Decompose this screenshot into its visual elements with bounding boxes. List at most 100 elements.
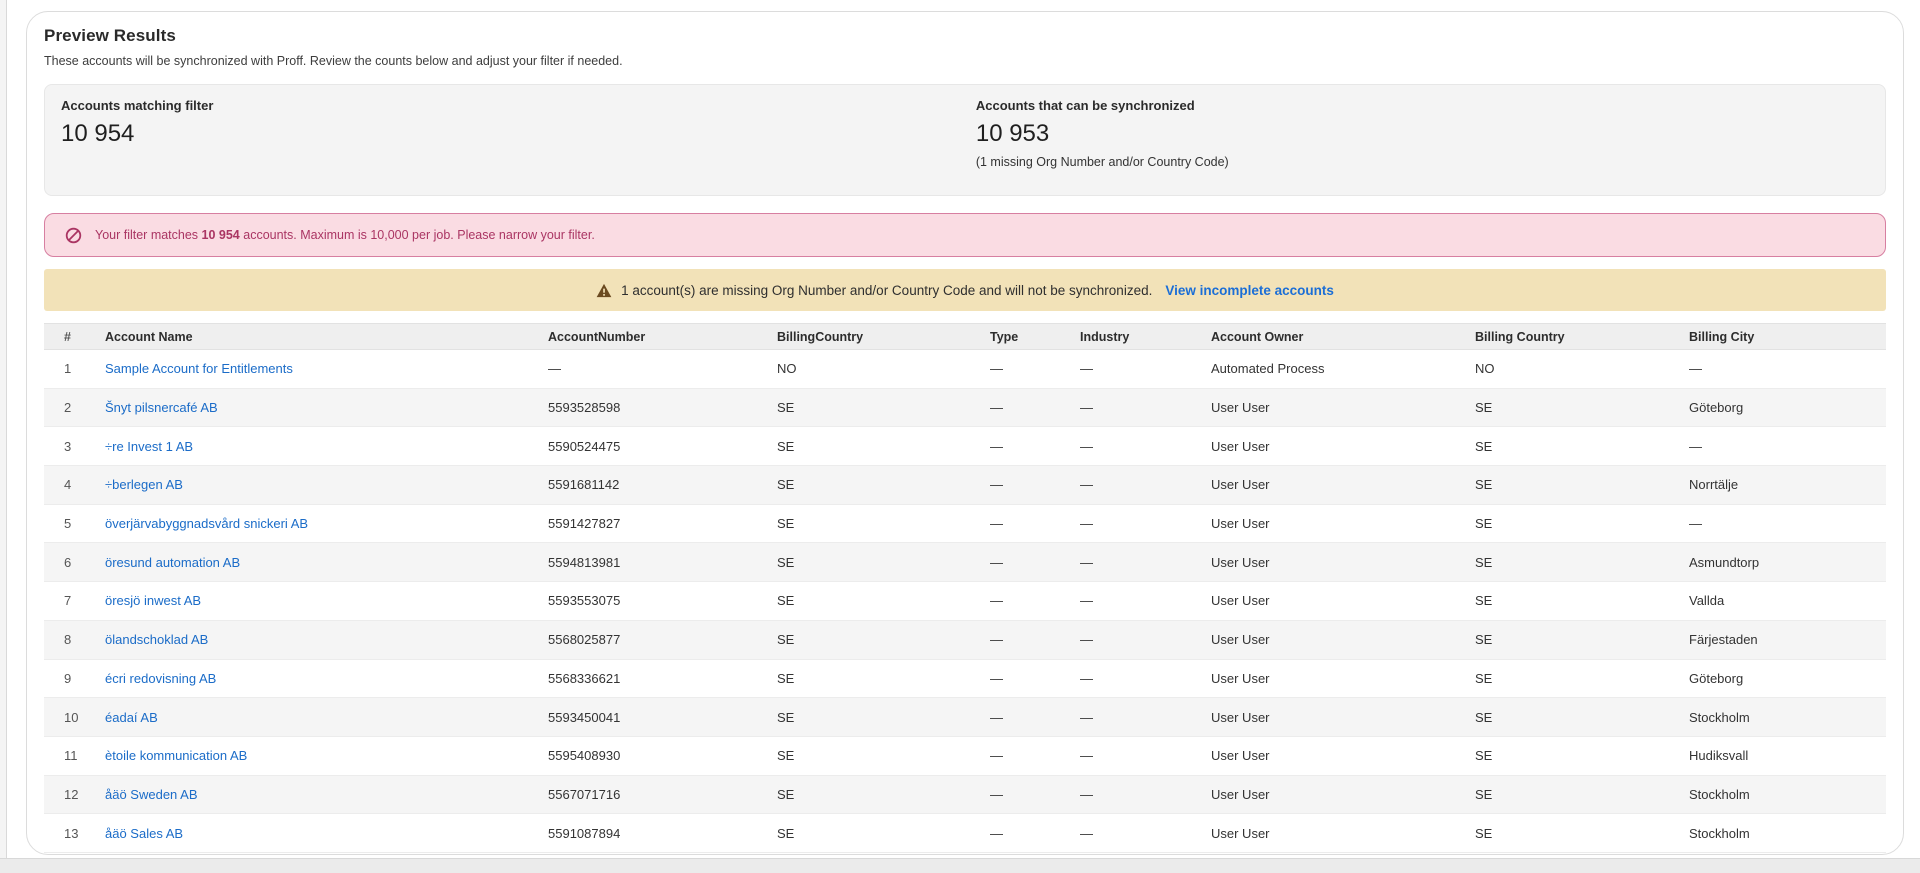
billing-city-cell: Stockholm [1689,825,1750,841]
billing-country-cell: SE [1475,825,1493,841]
table-row: 9 écri redovisning AB 5568336621 SE — — … [44,659,1886,698]
account-number-cell: 5567071716 [548,786,621,802]
industry-cell: — [1080,632,1093,648]
billing-city-cell: — [1689,361,1702,377]
account-name-cell: Šnyt pilsnercafé AB [97,388,540,427]
account-number-cell: 5593450041 [548,709,621,725]
error-message-count: 10 954 [201,228,240,242]
page-edge-strip [0,0,7,873]
industry-cell: — [1080,438,1093,454]
type-cell: — [990,670,1003,686]
type-cell: — [990,709,1003,725]
view-incomplete-accounts-link[interactable]: View incomplete accounts [1165,283,1334,298]
billingcountry-cell: SE [777,748,795,764]
billing-city-cell: Stockholm [1689,709,1750,725]
billingcountry-cell: SE [777,632,795,648]
type-cell: — [990,361,1003,377]
industry-cell: — [1080,477,1093,493]
billing-country-cell: SE [1475,477,1493,493]
account-owner-cell: User User [1211,554,1270,570]
error-message: Your filter matches 10 954 accounts. Max… [95,228,595,242]
billingcountry-cell: SE [777,554,795,570]
stats-panel: Accounts matching filter 10 954 Accounts… [44,84,1886,196]
billing-country-cell: SE [1475,593,1493,609]
type-cell: — [990,748,1003,764]
type-cell: — [990,400,1003,416]
account-name-cell: ètoile kommunication AB [97,736,540,775]
row-index-cell: 13 [64,825,79,841]
billingcountry-cell: SE [777,709,795,725]
row-index-cell: 6 [64,554,72,570]
industry-cell: — [1080,593,1093,609]
table-row: 8 ölandschoklad AB 5568025877 SE — — Use… [44,620,1886,659]
type-cell: — [990,786,1003,802]
type-cell: — [990,554,1003,570]
billing-city-cell: — [1689,516,1702,532]
type-cell: — [990,477,1003,493]
industry-cell: — [1080,361,1093,377]
column-header-billing-city: Billing City [1681,323,1886,350]
billing-country-cell: NO [1475,361,1495,377]
account-name-link[interactable]: éadaí AB [105,710,158,725]
billing-country-cell: SE [1475,400,1493,416]
account-name-cell: écri redovisning AB [97,659,540,698]
account-name-link[interactable]: ètoile kommunication AB [105,748,247,763]
type-cell: — [990,632,1003,648]
billingcountry-cell: SE [777,593,795,609]
bottom-background-strip [0,858,1920,873]
account-name-link[interactable]: åäö Sweden AB [105,787,198,802]
page-title: Preview Results [44,26,176,45]
account-name-link[interactable]: överjärvabyggnadsvård snickeri AB [105,516,308,531]
billing-city-cell: Hudiksvall [1689,748,1749,764]
account-number-cell: 5591427827 [548,516,621,532]
account-name-link[interactable]: écri redovisning AB [105,671,216,686]
table-row: 5 överjärvabyggnadsvård snickeri AB 5591… [44,504,1886,543]
column-header-account-number: AccountNumber [540,323,769,350]
billing-country-cell: SE [1475,709,1493,725]
account-name-link[interactable]: åäö Sales AB [105,826,183,841]
type-cell: — [990,593,1003,609]
account-owner-cell: User User [1211,593,1270,609]
row-index-cell: 9 [64,670,72,686]
error-message-suffix: accounts. Maximum is 10,000 per job. Ple… [239,228,595,242]
billingcountry-cell: SE [777,670,795,686]
filter-limit-error-banner: Your filter matches 10 954 accounts. Max… [44,213,1886,257]
account-owner-cell: User User [1211,709,1270,725]
account-name-link[interactable]: ölandschoklad AB [105,632,208,647]
column-header-type: Type [982,323,1072,350]
row-index-cell: 4 [64,477,72,493]
billing-city-cell: Göteborg [1689,400,1744,416]
account-owner-cell: User User [1211,825,1270,841]
billingcountry-cell: SE [777,786,795,802]
billing-country-cell: SE [1475,632,1493,648]
billingcountry-cell: SE [777,400,795,416]
account-name-link[interactable]: Sample Account for Entitlements [105,361,293,376]
account-number-cell: 5593553075 [548,593,621,609]
account-name-link[interactable]: öresund automation AB [105,555,240,570]
account-name-link[interactable]: ÷re Invest 1 AB [105,439,193,454]
billing-country-cell: SE [1475,786,1493,802]
account-number-cell: 5591681142 [548,477,620,493]
table-row: 12 åäö Sweden AB 5567071716 SE — — User … [44,775,1886,814]
billing-city-cell: Norrtälje [1689,477,1739,493]
industry-cell: — [1080,670,1093,686]
row-index-cell: 11 [64,748,78,764]
billing-city-cell: — [1689,438,1702,454]
account-number-cell: 5568336621 [548,670,621,686]
table-header-row: # Account Name AccountNumber BillingCoun… [44,323,1886,350]
industry-cell: — [1080,748,1093,764]
incomplete-accounts-warning-banner: 1 account(s) are missing Org Number and/… [44,269,1886,311]
billingcountry-cell: NO [777,361,797,377]
table-row: 13 åäö Sales AB 5591087894 SE — — User U… [44,813,1886,853]
column-header-billingcountry: BillingCountry [769,323,982,350]
account-owner-cell: User User [1211,632,1270,648]
table-row: 4 ÷berlegen AB 5591681142 SE — — User Us… [44,465,1886,505]
account-number-cell: 5568025877 [548,632,621,648]
industry-cell: — [1080,554,1093,570]
account-name-link[interactable]: öresjö inwest AB [105,593,201,608]
type-cell: — [990,516,1003,532]
account-name-link[interactable]: Šnyt pilsnercafé AB [105,400,218,415]
account-name-link[interactable]: ÷berlegen AB [105,477,183,492]
billing-country-cell: SE [1475,438,1493,454]
table-body: 1 Sample Account for Entitlements — NO —… [44,349,1886,853]
